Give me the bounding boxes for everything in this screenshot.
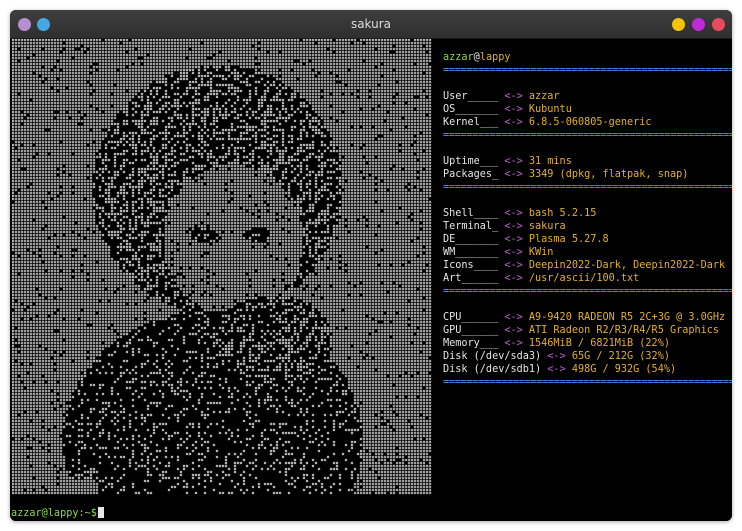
info-row: WM_______ <-> KWin [443,246,728,259]
info-value: 3349 (dpkg, flatpak, snap) [528,169,689,180]
info-arrow: <-> [504,273,523,284]
info-row: Disk (/dev/sdb1) <-> 498G / 932G (54%) [443,363,728,376]
info-key: Packages_ [443,169,499,180]
title-bar[interactable]: sakura [10,10,732,39]
info-arrow: <-> [504,156,523,167]
info-value: azzar [528,91,560,102]
info-arrow: <-> [504,234,523,245]
info-row: OS_______ <-> Kubuntu [443,103,728,116]
info-value: Plasma 5.27.8 [528,234,609,245]
close-icon[interactable] [712,18,725,31]
info-key: GPU______ [443,325,499,336]
info-row: Art______ <-> /usr/ascii/100.txt [443,272,728,285]
ascii-art-portrait [12,39,432,495]
info-arrow: <-> [504,221,523,232]
info-arrow: <-> [504,325,523,336]
hostname: lappy [479,52,511,63]
terminal-content[interactable]: azzar@lappy =============================… [10,39,732,521]
info-arrow: <-> [547,351,566,362]
info-row: Packages_ <-> 3349 (dpkg, flatpak, snap) [443,168,728,181]
info-arrow: <-> [547,364,566,375]
info-key: WM_______ [443,247,499,258]
system-info-panel: azzar@lappy =============================… [443,51,732,389]
info-key: DE_______ [443,234,499,245]
info-key: Memory___ [443,338,499,349]
maximize-icon[interactable] [692,18,705,31]
shell-prompt[interactable]: azzar@lappy:~$ [11,507,104,520]
text-cursor [97,507,104,518]
info-value: A9-9420 RADEON R5 2C+3G @ 3.0GHz [528,312,726,323]
info-key: CPU______ [443,312,499,323]
separator-line: ========================================… [443,130,732,141]
info-row: DE_______ <-> Plasma 5.27.8 [443,233,728,246]
info-value: Deepin2022-Dark, Deepin2022-Dark [528,260,726,271]
info-row: CPU______ <-> A9-9420 RADEON R5 2C+3G @ … [443,311,728,324]
info-arrow: <-> [504,338,523,349]
info-key: Disk (/dev/sdb1) [443,364,542,375]
info-key: Art______ [443,273,499,284]
info-arrow: <-> [504,260,523,271]
info-value: 1546MiB / 6821MiB (22%) [528,338,670,349]
info-value: sakura [528,221,566,232]
info-value: Kubuntu [528,104,572,115]
info-row: Icons____ <-> Deepin2022-Dark, Deepin202… [443,259,728,272]
info-arrow: <-> [504,104,523,115]
separator-line: ========================================… [443,65,732,76]
separator-line: ========================================… [443,182,732,193]
info-key: Shell____ [443,208,499,219]
minimize-icon[interactable] [672,18,685,31]
info-row: Disk (/dev/sda3) <-> 65G / 212G (32%) [443,350,728,363]
terminal-window: sakura azzar@lappy ======================… [10,10,732,521]
info-arrow: <-> [504,91,523,102]
info-key: Terminal_ [443,221,499,232]
info-key: Icons____ [443,260,499,271]
info-arrow: <-> [504,117,523,128]
info-arrow: <-> [504,312,523,323]
info-arrow: <-> [504,247,523,258]
info-value: /usr/ascii/100.txt [528,273,640,284]
prompt-text: azzar@lappy:~$ [11,508,97,519]
info-row: GPU______ <-> ATI Radeon R2/R3/R4/R5 Gra… [443,324,728,337]
username: azzar [443,52,474,63]
info-value: KWin [528,247,554,258]
info-arrow: <-> [504,169,523,180]
window-title: sakura [350,17,392,31]
info-row: User_____ <-> azzar [443,90,728,103]
info-value: ATI Radeon R2/R3/R4/R5 Graphics [528,325,720,336]
info-value: 6.8.5-060805-generic [528,117,652,128]
info-row: Memory___ <-> 1546MiB / 6821MiB (22%) [443,337,728,350]
info-row: Shell____ <-> bash 5.2.15 [443,207,728,220]
info-key: OS_______ [443,104,499,115]
info-value: bash 5.2.15 [528,208,597,219]
info-value: 498G / 932G (54%) [571,364,677,375]
info-key: Disk (/dev/sda3) [443,351,542,362]
info-arrow: <-> [504,208,523,219]
separator-line: ========================================… [443,286,732,297]
info-key: Kernel___ [443,117,499,128]
info-value: 65G / 212G (32%) [571,351,670,362]
user-host-line: azzar@lappy [443,51,728,64]
info-key: User_____ [443,91,499,102]
info-row: Kernel___ <-> 6.8.5-060805-generic [443,116,728,129]
info-row: Terminal_ <-> sakura [443,220,728,233]
info-row: Uptime___ <-> 31 mins [443,155,728,168]
info-value: 31 mins [528,156,572,167]
info-key: Uptime___ [443,156,499,167]
separator-line: ========================================… [443,377,732,388]
